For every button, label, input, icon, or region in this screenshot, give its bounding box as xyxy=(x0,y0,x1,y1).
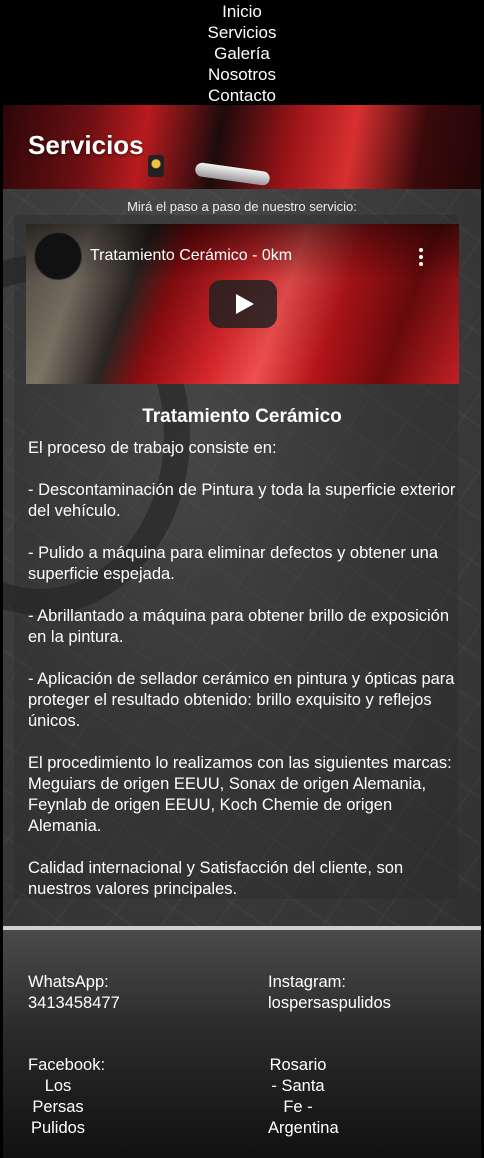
location-line: Argentina xyxy=(268,1119,339,1137)
article-title: Tratamiento Cerámico xyxy=(142,406,342,427)
article-paragraph: El proceso de trabajo consiste en: xyxy=(28,439,277,457)
article-body: El proceso de trabajo consiste en: - Des… xyxy=(28,438,458,921)
channel-avatar[interactable] xyxy=(34,232,82,280)
location-line: - Santa xyxy=(271,1077,325,1095)
facebook-name-line: Los xyxy=(44,1077,72,1095)
nav-link-inicio[interactable]: Inicio xyxy=(222,1,262,22)
instagram-block: Instagram: lospersaspulidos xyxy=(268,972,391,1014)
facebook-block: Facebook: Los Persas Pulidos xyxy=(28,1055,105,1139)
whatsapp-number[interactable]: 3413458477 xyxy=(28,993,120,1014)
facebook-page-link[interactable]: Los Persas Pulidos xyxy=(28,1076,88,1139)
instagram-label: Instagram: xyxy=(268,973,346,991)
footer: WhatsApp: 3413458477 Instagram: lospersa… xyxy=(0,930,484,1158)
page-title: Servicios xyxy=(28,130,144,160)
article-paragraph: - Abrillantado a máquina para obtener br… xyxy=(28,607,450,646)
facebook-name-line: Pulidos xyxy=(30,1119,86,1137)
location-line: Rosario xyxy=(269,1056,327,1074)
nav-link-contacto[interactable]: Contacto xyxy=(208,85,276,106)
instagram-handle[interactable]: lospersaspulidos xyxy=(268,993,391,1014)
video-embed[interactable]: Tratamiento Cerámico - 0km xyxy=(26,224,459,384)
whatsapp-block: WhatsApp: 3413458477 xyxy=(28,972,120,1014)
video-title[interactable]: Tratamiento Cerámico - 0km xyxy=(90,247,292,265)
article-paragraph: Calidad internacional y Satisfacción del… xyxy=(28,859,404,898)
top-nav: Inicio Servicios Galería Nosotros Contac… xyxy=(0,0,484,105)
page-subtitle: Mirá el paso a paso de nuestro servicio: xyxy=(127,199,357,214)
facebook-label: Facebook: xyxy=(28,1056,106,1074)
brand-badge-icon xyxy=(148,155,164,177)
whatsapp-label: WhatsApp: xyxy=(28,973,109,991)
nav-link-nosotros[interactable]: Nosotros xyxy=(208,64,276,85)
article-paragraph: - Aplicación de sellador cerámico en pin… xyxy=(28,670,455,730)
nav-link-galeria[interactable]: Galería xyxy=(214,43,270,64)
article-paragraph: - Descontaminación de Pintura y toda la … xyxy=(28,481,456,520)
more-vert-icon[interactable] xyxy=(419,248,423,266)
article-paragraph: - Pulido a máquina para eliminar defecto… xyxy=(28,544,438,583)
location-line: Fe - xyxy=(283,1098,313,1116)
nav-link-servicios[interactable]: Servicios xyxy=(208,22,277,43)
location-block: Rosario - Santa Fe - Argentina xyxy=(268,1055,339,1139)
facebook-name-line: Persas xyxy=(32,1098,84,1116)
article-paragraph: El procedimiento lo realizamos con las s… xyxy=(28,754,452,835)
play-button-icon[interactable] xyxy=(209,280,277,328)
